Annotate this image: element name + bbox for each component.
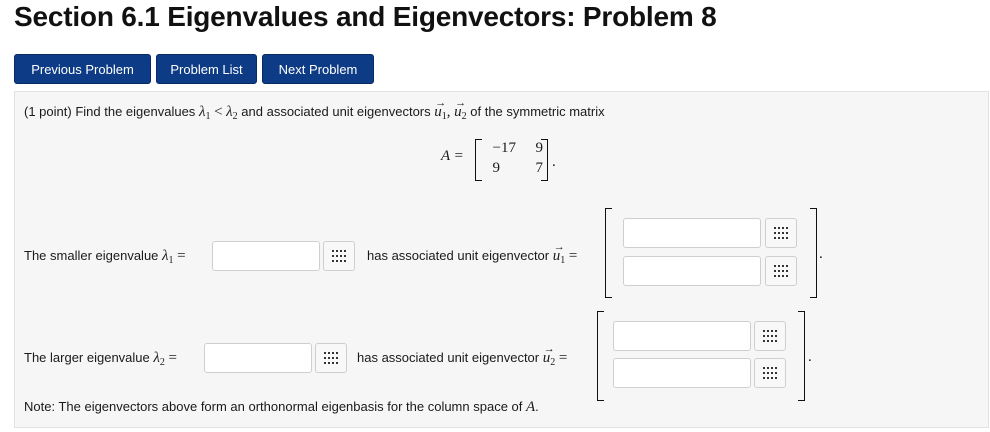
u2-right-bracket [798,311,805,401]
u2-eigenvector-label: has associated unit eigenvector → u2 = [357,343,568,368]
u2-component-1-input[interactable] [613,321,751,351]
matrix-label: A = [441,148,464,164]
u1-eigenvector-label: has associated unit eigenvector → u1 = [367,241,578,266]
matrix-period: . [552,154,556,170]
grid-icon [332,250,346,262]
u1-right-bracket [810,208,817,298]
matrix-cell-1-1: −17 [492,140,516,156]
matrix-right-bracket [541,139,548,181]
comma: , [446,104,451,120]
u1-component-2-matrix-button[interactable] [765,256,797,286]
intro-text-2: and associated unit eigenvectors [241,104,431,119]
grid-icon [774,227,788,239]
u1-component-1-matrix-button[interactable] [765,218,797,248]
intro-text-3: of the symmetric matrix [470,104,605,119]
lambda2-symbol: λ2 [226,104,238,122]
u2-vector-symbol: → u2 [454,97,467,122]
points-label: (1 point) [24,104,72,119]
lambda1-symbol: λ1 [198,104,211,122]
grid-icon [763,330,777,342]
u1-component-1-input[interactable] [623,218,761,248]
u1-period: . [819,246,823,262]
grid-icon [774,265,788,277]
u2-left-bracket [597,311,604,401]
lambda2-input[interactable] [204,343,312,373]
lambda2-matrix-entry-button[interactable] [315,343,347,373]
page-title: Section 6.1 Eigenvalues and Eigenvectors… [14,1,717,32]
next-problem-button[interactable]: Next Problem [262,54,374,84]
grid-icon [763,367,777,379]
problem-box: (1 point) Find the eigenvalues λ1 < λ2 a… [14,91,989,428]
u2-component-2-input[interactable] [613,358,751,388]
u2-component-2-matrix-button[interactable] [754,358,786,388]
larger-eigenvalue-label: The larger eigenvalue λ2 = [24,350,177,368]
smaller-eigenvalue-label: The smaller eigenvalue λ1 = [24,248,186,266]
u1-component-2-input[interactable] [623,256,761,286]
intro-text: Find the eigenvalues [75,104,196,119]
less-than-sign: < [214,104,223,120]
note-text: Note: The eigenvectors above form an ort… [24,399,539,415]
u1-vector-symbol: → u1 [434,97,447,122]
grid-icon [324,352,338,364]
lambda1-matrix-entry-button[interactable] [323,241,355,271]
previous-problem-button[interactable]: Previous Problem [14,54,151,84]
u2-period: . [808,349,812,365]
problem-list-button[interactable]: Problem List [156,54,257,84]
lambda1-input[interactable] [212,241,320,271]
matrix-cell-2-1: 9 [492,160,501,176]
problem-statement: (1 point) Find the eigenvalues λ1 < λ2 a… [24,97,605,125]
u2-component-1-matrix-button[interactable] [754,321,786,351]
u1-left-bracket [605,208,612,298]
